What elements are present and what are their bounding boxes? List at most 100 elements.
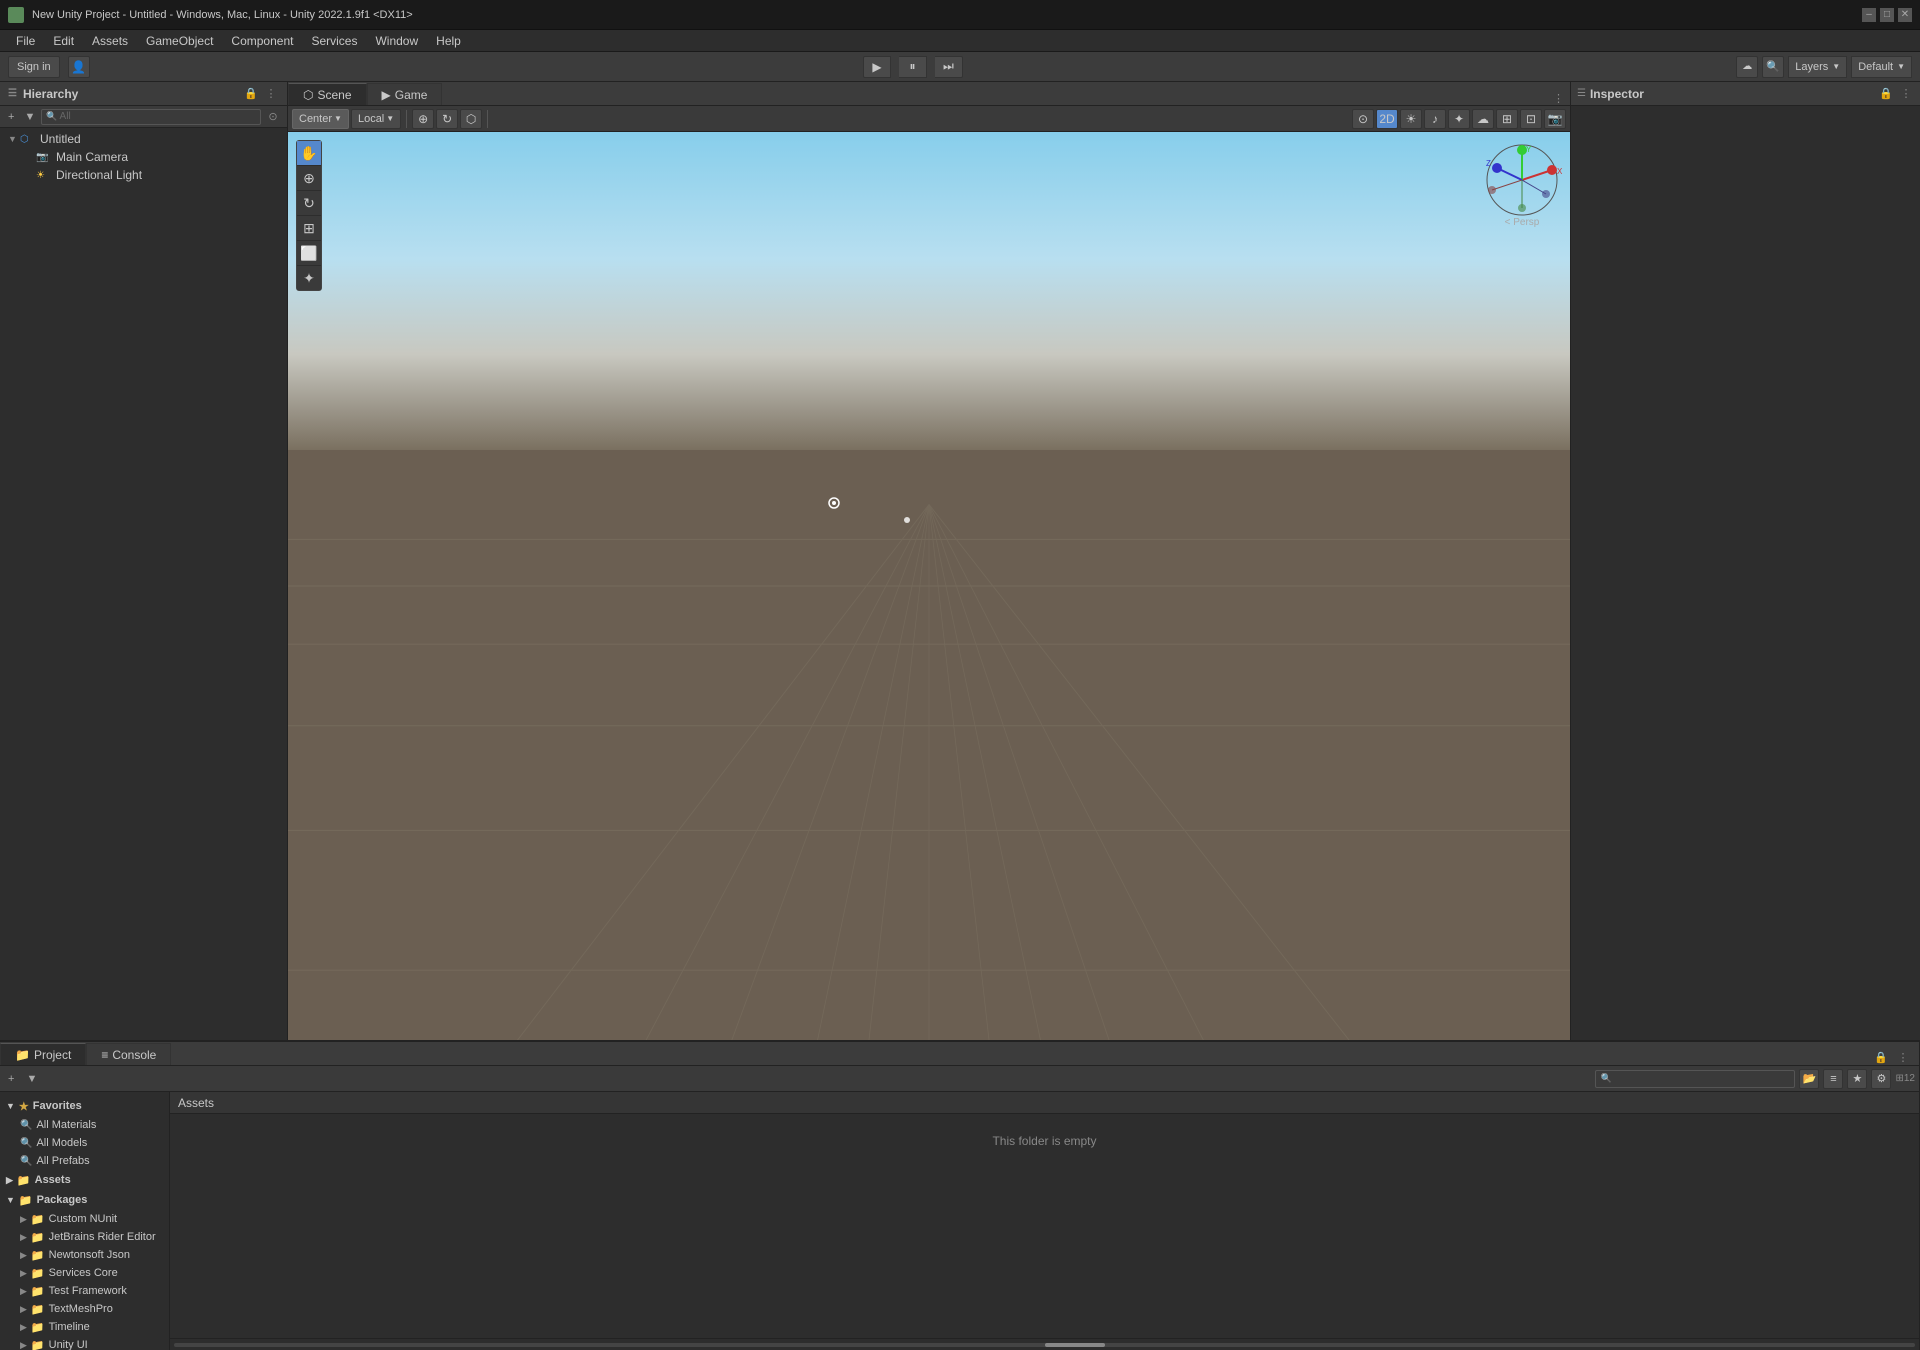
toolbar-sep-2 [487,110,488,128]
center-button[interactable]: Center ▼ [292,109,349,129]
layers-dropdown[interactable]: Layers ▼ [1788,56,1847,78]
scene-viewport[interactable]: ✋ ⊕ ↻ ⊞ ⬜ ✦ X [288,132,1570,1040]
project-scrollbar[interactable] [170,1338,1919,1350]
project-panel: 📁 Project ≡ Console 🔒 ⋮ + ▼ 🔍 📂 ≡ [0,1042,1920,1350]
audio-toggle-button[interactable]: ♪ [1424,109,1446,129]
local-button[interactable]: Local ▼ [351,109,401,129]
transform-tool-gizmo-button[interactable]: ✦ [297,266,321,290]
pkg-services-core[interactable]: ▶ 📁 Services Core [0,1264,169,1282]
pkg-folder-icon-2: 📁 [31,1249,45,1262]
project-folder-button[interactable]: 📂 [1799,1069,1819,1089]
rect-tool-gizmo-button[interactable]: ⬜ [297,241,321,265]
pause-button[interactable]: ⏸ [899,56,927,78]
scrollbar-track[interactable] [174,1343,1915,1347]
menu-window[interactable]: Window [367,32,426,50]
all-models-item[interactable]: 🔍 All Models [0,1134,169,1152]
persp-toggle-button[interactable]: ⊙ [1352,109,1374,129]
center-area: ⬡ Scene ▶ Game ⋮ Center ▼ Local ▼ ⊕ ↻ ⬡ [288,82,1570,1040]
project-add-dropdown[interactable]: ▼ [22,1073,41,1085]
project-favorite-button[interactable]: ★ [1847,1069,1867,1089]
favorites-section[interactable]: ▼ ★ Favorites [0,1096,169,1116]
2d-toggle-button[interactable]: 2D [1376,109,1398,129]
default-chevron-icon: ▼ [1897,62,1905,71]
hierarchy-scroll-button[interactable]: ⊙ [263,109,283,125]
camera-settings-button[interactable]: 📷 [1544,109,1566,129]
pkg-jetbrains[interactable]: ▶ 📁 JetBrains Rider Editor [0,1228,169,1246]
pkg-timeline[interactable]: ▶ 📁 Timeline [0,1318,169,1336]
inspector-panel: ☰ Inspector 🔒 ⋮ [1570,82,1920,1040]
minimize-button[interactable]: – [1862,8,1876,22]
layers-chevron-icon: ▼ [1832,62,1840,71]
account-icon: 👤 [71,60,86,74]
project-header-icons: 🔒 ⋮ [1873,1049,1919,1065]
all-prefabs-item[interactable]: 🔍 All Prefabs [0,1152,169,1170]
rotate-tool-button[interactable]: ↻ [436,109,458,129]
scale-tool-gizmo-button[interactable]: ⊞ [297,216,321,240]
persp-gizmo[interactable]: X Y Z < Persp [1482,140,1562,220]
hierarchy-add-dropdown[interactable]: ▼ [20,111,39,123]
hierarchy-item-untitled[interactable]: ▼ ⬡ Untitled [0,130,287,148]
tab-project[interactable]: 📁 Project [0,1043,86,1065]
hierarchy-options-button[interactable]: ⋮ [263,86,279,102]
project-options-button[interactable]: ⋮ [1895,1049,1911,1065]
play-button[interactable]: ▶ [863,56,891,78]
collab-button[interactable]: ☁ [1736,56,1758,78]
scene-icon: ⬡ [20,131,36,147]
project-search-container[interactable]: 🔍 [1595,1070,1795,1088]
project-toolbar: + ▼ 🔍 📂 ≡ ★ ⚙ ⊞12 [0,1066,1919,1092]
grid-toggle-button[interactable]: ⊡ [1520,109,1542,129]
tab-game[interactable]: ▶ Game [367,83,443,105]
menu-assets[interactable]: Assets [84,32,136,50]
gizmos-toggle-button[interactable]: ⊞ [1496,109,1518,129]
packages-section[interactable]: ▼ 📁 Packages [0,1190,169,1210]
sign-in-button[interactable]: Sign in [8,56,60,78]
hierarchy-item-directional-light[interactable]: ☀ Directional Light [0,166,287,184]
project-list-button[interactable]: ≡ [1823,1069,1843,1089]
fx-toggle-button[interactable]: ✦ [1448,109,1470,129]
project-settings-button[interactable]: ⚙ [1871,1069,1891,1089]
account-button[interactable]: 👤 [68,56,90,78]
menu-file[interactable]: File [8,32,43,50]
inspector-lock-button[interactable]: 🔒 [1878,86,1894,102]
hierarchy-label-directional-light: Directional Light [56,168,142,182]
pkg-test-framework[interactable]: ▶ 📁 Test Framework [0,1282,169,1300]
hierarchy-item-main-camera[interactable]: 📷 Main Camera [0,148,287,166]
project-add-button[interactable]: + [4,1073,18,1085]
rotate-tool-gizmo-button[interactable]: ↻ [297,191,321,215]
pkg-textmeshpro[interactable]: ▶ 📁 TextMeshPro [0,1300,169,1318]
pkg-newtonsoft[interactable]: ▶ 📁 Newtonsoft Json [0,1246,169,1264]
scene-tab-options[interactable]: ⋮ [1553,92,1570,105]
move-tool-button[interactable]: ⊕ [412,109,434,129]
menu-services[interactable]: Services [303,32,365,50]
scale-tool-button[interactable]: ⬡ [460,109,482,129]
menu-edit[interactable]: Edit [45,32,82,50]
menu-help[interactable]: Help [428,32,469,50]
menu-component[interactable]: Component [223,32,301,50]
pkg-custom-nunit[interactable]: ▶ 📁 Custom NUnit [0,1210,169,1228]
scrollbar-thumb[interactable] [1045,1343,1105,1347]
move-tool-gizmo-button[interactable]: ⊕ [297,166,321,190]
local-label: Local [358,113,384,125]
tab-scene[interactable]: ⬡ Scene [288,83,367,105]
hierarchy-lock-button[interactable]: 🔒 [243,86,259,102]
hand-tool-button[interactable]: ✋ [297,141,321,165]
pkg-unity-ui[interactable]: ▶ 📁 Unity UI [0,1336,169,1350]
hierarchy-add-button[interactable]: + [4,111,18,123]
step-button[interactable]: ⏭ [935,56,963,78]
skybox-toggle-button[interactable]: ☁ [1472,109,1494,129]
lighting-toggle-button[interactable]: ☀ [1400,109,1422,129]
default-dropdown[interactable]: Default ▼ [1851,56,1912,78]
all-materials-item[interactable]: 🔍 All Materials [0,1116,169,1134]
inspector-options-button[interactable]: ⋮ [1898,86,1914,102]
hierarchy-header-icons: 🔒 ⋮ [243,86,279,102]
maximize-button[interactable]: □ [1880,8,1894,22]
close-button[interactable]: ✕ [1898,8,1912,22]
pkg-timeline-label: Timeline [49,1321,90,1333]
hamburger-icon: ☰ [8,88,17,99]
tab-console[interactable]: ≡ Console [86,1043,171,1065]
search-button[interactable]: 🔍 [1762,56,1784,78]
menu-gameobject[interactable]: GameObject [138,32,221,50]
hierarchy-search-placeholder: All [60,111,71,122]
assets-section[interactable]: ▶ 📁 Assets [0,1170,169,1190]
project-lock-button[interactable]: 🔒 [1873,1049,1889,1065]
